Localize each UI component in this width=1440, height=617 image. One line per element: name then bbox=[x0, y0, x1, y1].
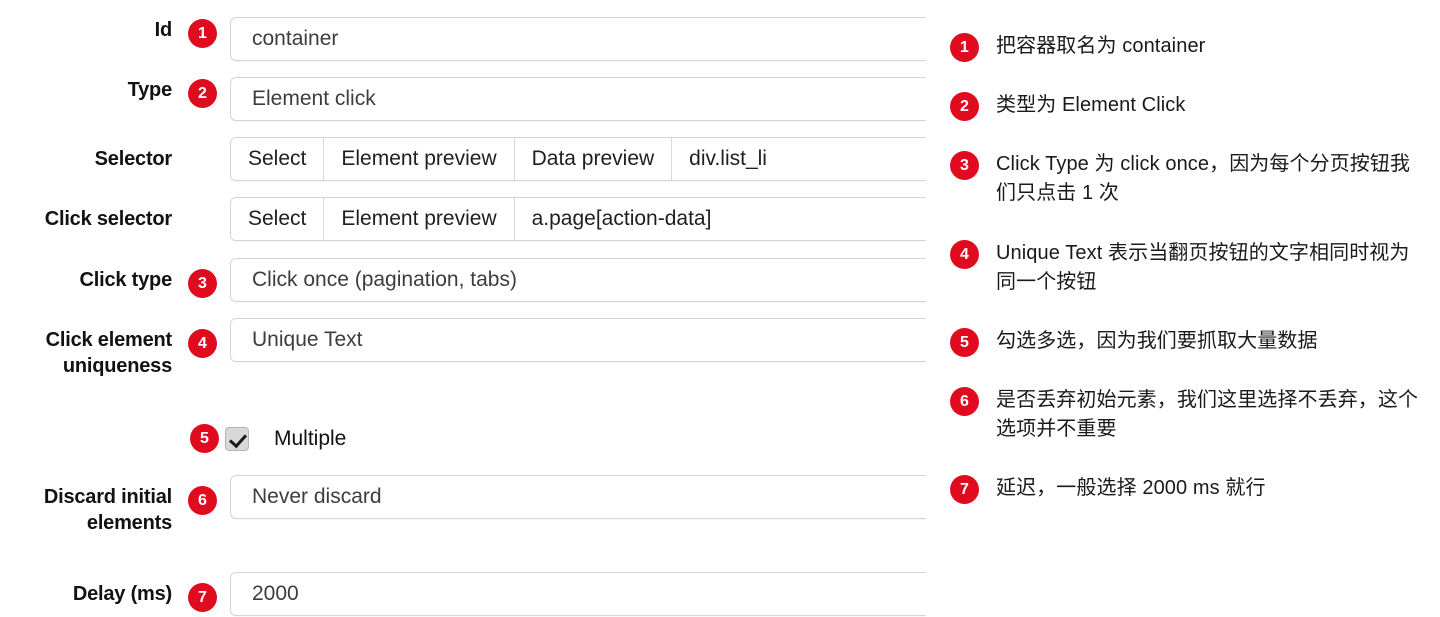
annotation-text-2: 类型为 Element Click bbox=[996, 94, 1186, 116]
discard-initial-elements-select[interactable]: Never discard bbox=[230, 475, 926, 519]
form-row-click-type: Click type 3 Click once (pagination, tab… bbox=[0, 258, 926, 302]
form-row-type: Type 2 Element click bbox=[0, 77, 926, 121]
field-label-selector: Selector bbox=[94, 148, 173, 170]
multiple-checkbox-row: 5 Multiple bbox=[190, 424, 346, 453]
selector-element-preview-button[interactable]: Element preview bbox=[324, 138, 515, 180]
delay-input[interactable]: 2000 bbox=[230, 572, 926, 616]
annotation-item-2: 2 类型为 Element Click bbox=[950, 91, 1420, 121]
form-row-discard-initial-elements: Discard initial elements 6 Never discard bbox=[0, 475, 926, 536]
form-row-delay: Delay (ms) 7 2000 bbox=[0, 572, 926, 616]
selector-select-button[interactable]: Select bbox=[231, 138, 325, 180]
badge-slot-selector bbox=[175, 137, 230, 139]
callout-badge-6: 6 bbox=[188, 486, 217, 515]
callout-badge-2: 2 bbox=[188, 79, 217, 108]
multiple-checkbox[interactable] bbox=[225, 426, 249, 451]
annotation-badge-1: 1 bbox=[950, 33, 979, 62]
form-row-click-selector: Click selector Select Element preview a.… bbox=[0, 197, 926, 241]
type-select[interactable]: Element click bbox=[230, 77, 926, 121]
form-row-selector: Selector Select Element preview Data pre… bbox=[0, 137, 926, 181]
click-selector-value-input[interactable]: a.page[action-data] bbox=[515, 198, 926, 240]
annotation-item-6: 6 是否丢弃初始元素，我们这里选择不丢弃，这个选项并不重要 bbox=[950, 386, 1420, 444]
annotation-badge-7: 7 bbox=[950, 475, 979, 504]
selector-control: Select Element preview Data preview div.… bbox=[230, 137, 926, 181]
field-label-click-type: Click type bbox=[79, 269, 173, 291]
annotation-badge-5: 5 bbox=[950, 328, 979, 357]
selector-value-input[interactable]: div.list_li bbox=[672, 138, 926, 180]
annotation-text-7: 延迟，一般选择 2000 ms 就行 bbox=[996, 477, 1266, 499]
click-element-uniqueness-select[interactable]: Unique Text bbox=[230, 318, 926, 362]
field-slot-delay: 2000 bbox=[230, 572, 926, 616]
annotation-text-4: Unique Text 表示当翻页按钮的文字相同时视为同一个按钮 bbox=[996, 242, 1410, 293]
annotation-panel: 1 把容器取名为 container 2 类型为 Element Click 3… bbox=[950, 0, 1440, 617]
field-label-delay: Delay (ms) bbox=[72, 583, 172, 605]
field-slot-discard-initial-elements: Never discard bbox=[230, 475, 926, 519]
annotation-badge-6: 6 bbox=[950, 387, 979, 416]
form-row-id: Id 1 container bbox=[0, 17, 926, 61]
field-slot-id: container bbox=[230, 17, 926, 61]
click-selector-control: Select Element preview a.page[action-dat… bbox=[230, 197, 926, 241]
form-row-click-element-uniqueness: Click element uniqueness 4 Unique Text bbox=[0, 318, 926, 379]
annotation-item-4: 4 Unique Text 表示当翻页按钮的文字相同时视为同一个按钮 bbox=[950, 239, 1420, 297]
field-slot-type: Element click bbox=[230, 77, 926, 121]
badge-slot-click-selector bbox=[175, 197, 230, 199]
annotation-badge-3: 3 bbox=[950, 151, 979, 180]
id-input[interactable]: container bbox=[230, 17, 926, 61]
callout-badge-4: 4 bbox=[188, 329, 217, 358]
field-slot-click-element-uniqueness: Unique Text bbox=[230, 318, 926, 362]
field-slot-click-type: Click once (pagination, tabs) bbox=[230, 258, 926, 302]
annotation-badge-2: 2 bbox=[950, 92, 979, 121]
annotation-text-3: Click Type 为 click once，因为每个分页按钮我们只点击 1 … bbox=[996, 153, 1411, 204]
field-label-click-selector: Click selector bbox=[44, 208, 172, 230]
annotation-item-7: 7 延迟，一般选择 2000 ms 就行 bbox=[950, 474, 1420, 504]
badge-slot-delay: 7 bbox=[175, 572, 230, 612]
field-label-click-element-uniqueness: Click element uniqueness bbox=[45, 329, 173, 377]
badge-slot-click-element-uniqueness: 4 bbox=[175, 318, 230, 358]
selector-data-preview-button[interactable]: Data preview bbox=[514, 138, 673, 180]
multiple-checkbox-label: Multiple bbox=[274, 426, 347, 450]
badge-slot-discard-initial-elements: 6 bbox=[175, 475, 230, 515]
field-label-id: Id bbox=[154, 19, 173, 41]
badge-slot-type: 2 bbox=[175, 77, 230, 108]
click-type-select[interactable]: Click once (pagination, tabs) bbox=[230, 258, 926, 302]
annotation-text-6: 是否丢弃初始元素，我们这里选择不丢弃，这个选项并不重要 bbox=[996, 389, 1419, 440]
annotation-text-1: 把容器取名为 container bbox=[996, 35, 1206, 57]
badge-slot-click-type: 3 bbox=[175, 258, 230, 298]
click-selector-select-button[interactable]: Select bbox=[231, 198, 325, 240]
badge-slot-id: 1 bbox=[175, 17, 230, 48]
annotation-text-5: 勾选多选，因为我们要抓取大量数据 bbox=[996, 330, 1318, 352]
selector-config-form: Id 1 container Type 2 Element click Sele… bbox=[0, 0, 926, 617]
annotation-item-5: 5 勾选多选，因为我们要抓取大量数据 bbox=[950, 327, 1420, 357]
click-selector-element-preview-button[interactable]: Element preview bbox=[324, 198, 515, 240]
callout-badge-7: 7 bbox=[188, 583, 217, 612]
annotation-item-1: 1 把容器取名为 container bbox=[950, 32, 1420, 62]
field-slot-click-selector: Select Element preview a.page[action-dat… bbox=[230, 197, 926, 241]
field-slot-selector: Select Element preview Data preview div.… bbox=[230, 137, 926, 181]
callout-badge-5: 5 bbox=[190, 424, 219, 453]
field-label-type: Type bbox=[127, 79, 173, 101]
field-label-discard-initial-elements: Discard initial elements bbox=[43, 486, 172, 534]
callout-badge-1: 1 bbox=[188, 19, 217, 48]
annotation-item-3: 3 Click Type 为 click once，因为每个分页按钮我们只点击 … bbox=[950, 150, 1420, 208]
callout-badge-3: 3 bbox=[188, 269, 217, 298]
annotation-badge-4: 4 bbox=[950, 240, 979, 269]
